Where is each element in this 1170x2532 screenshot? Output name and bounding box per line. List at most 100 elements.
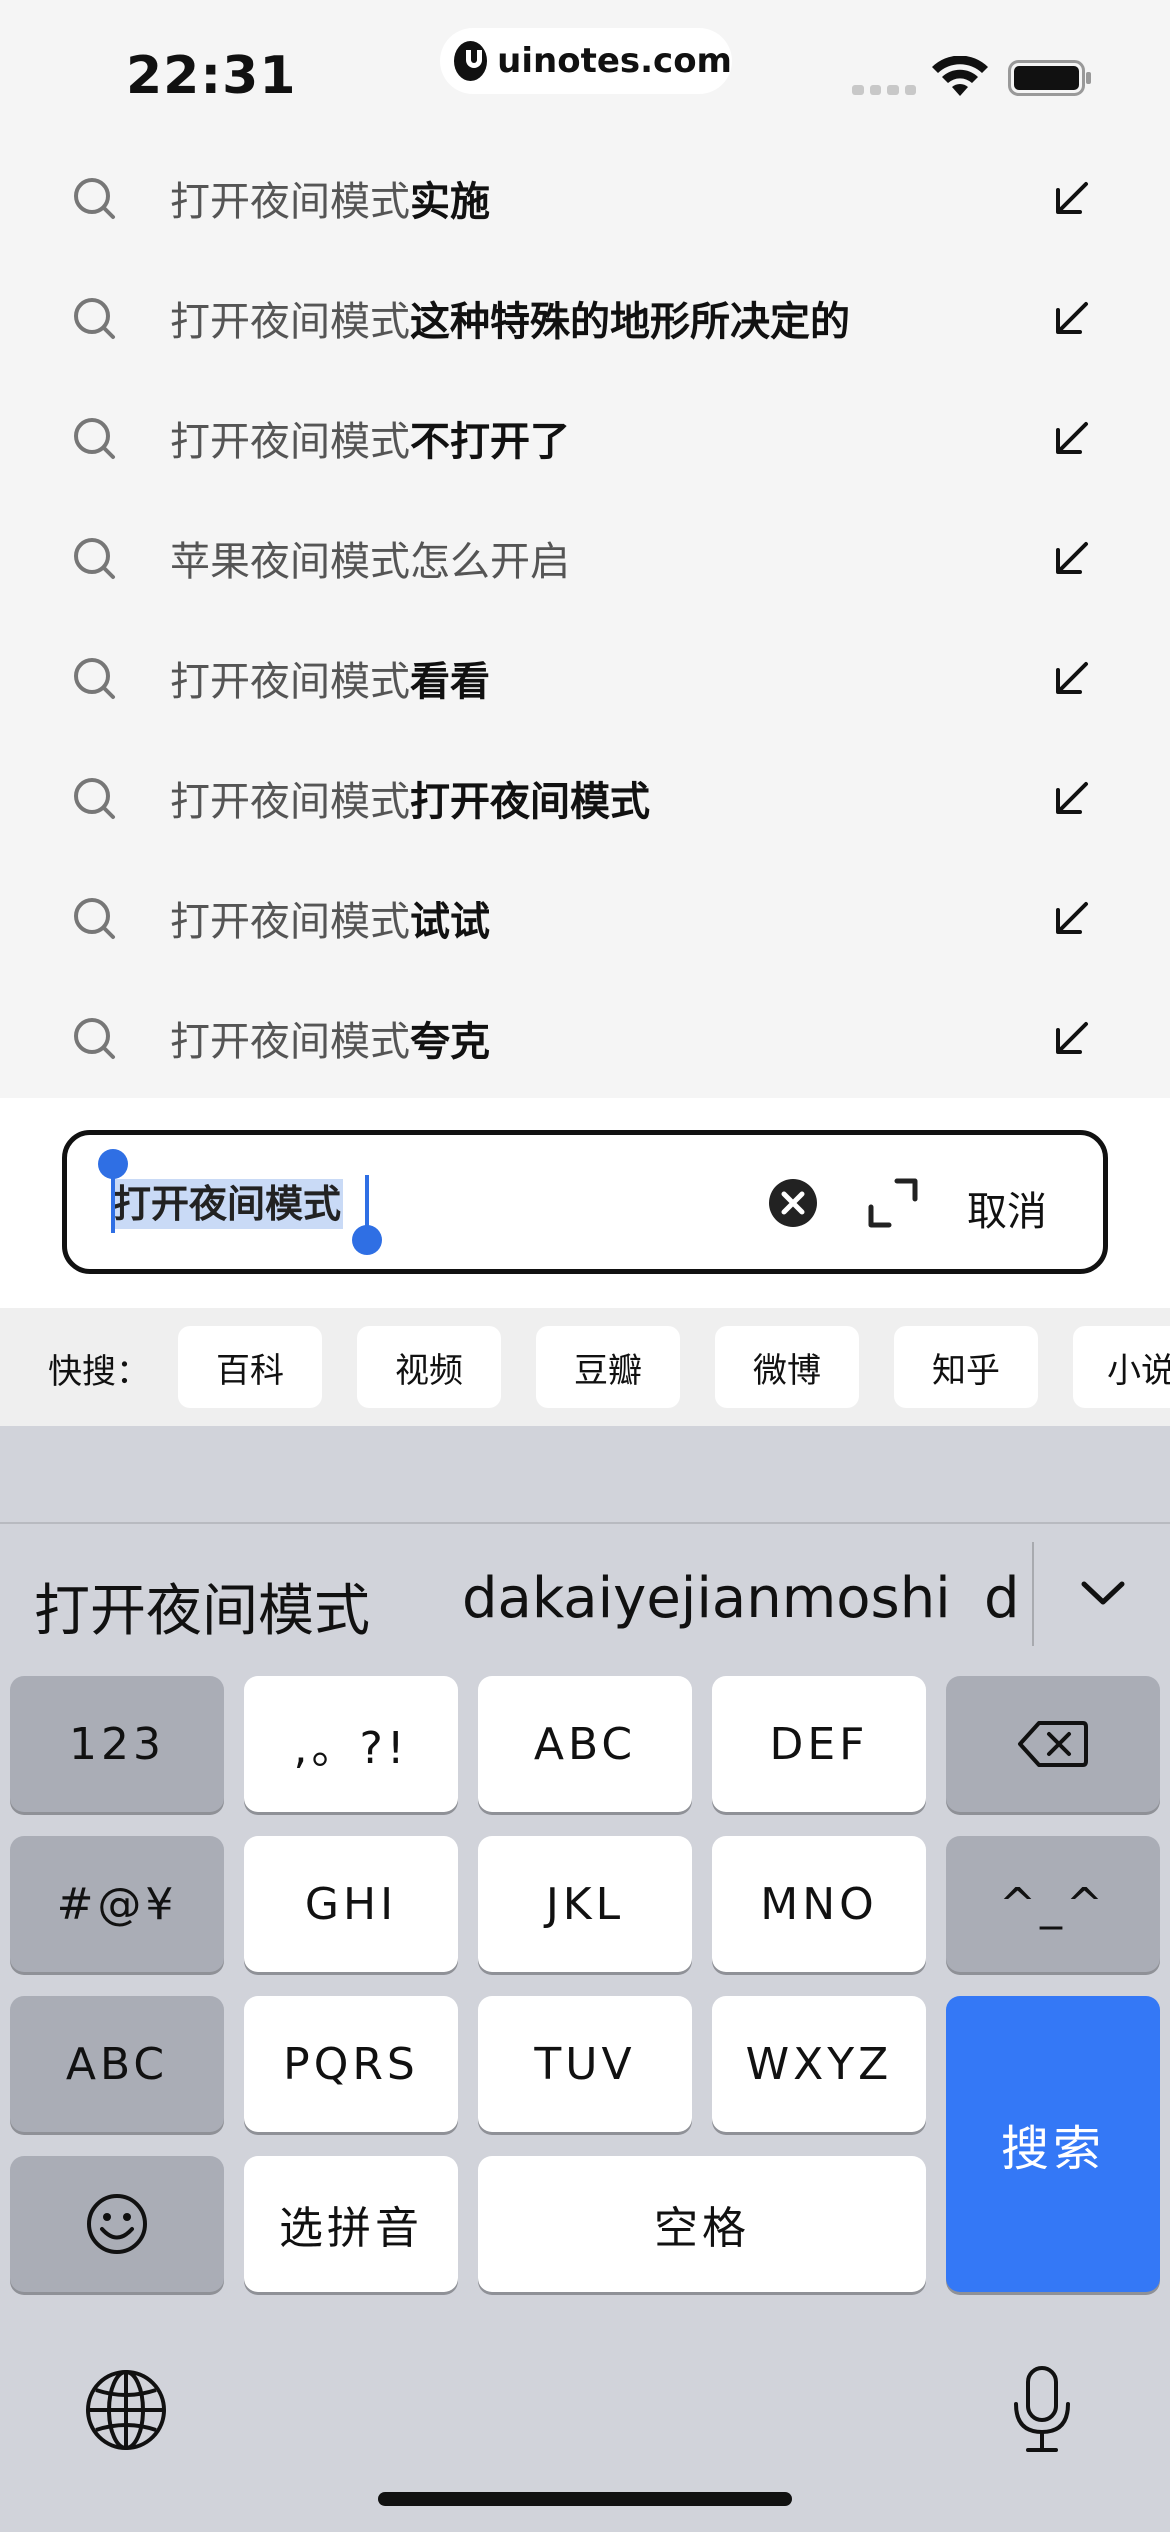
search-icon [74, 418, 115, 459]
candidate-2[interactable]: dakaiyejianmoshi [462, 1566, 951, 1631]
key-abc[interactable]: ABC [478, 1676, 692, 1812]
suggestion-text: 打开夜间模式夸克 [170, 1009, 490, 1067]
quick-chip-zhihu[interactable]: 知乎 [894, 1326, 1038, 1408]
battery-icon [1008, 60, 1091, 96]
cancel-button[interactable]: 取消 [967, 1179, 1047, 1237]
suggestion-prefix: 苹果夜间模式怎么开启 [170, 539, 570, 585]
suggestion-text: 打开夜间模式不打开了 [170, 409, 570, 467]
expand-icon[interactable] [867, 1177, 919, 1229]
key-pinyin[interactable]: 选拼音 [244, 2156, 458, 2292]
arrow-down-left-icon[interactable] [1052, 1018, 1092, 1058]
arrow-down-left-icon[interactable] [1052, 778, 1092, 818]
suggestion-prefix: 打开夜间模式 [170, 659, 410, 705]
keyboard-divider [0, 1522, 1170, 1524]
watermark-badge: uinotes.com [440, 28, 732, 94]
suggestion-row[interactable]: 苹果夜间模式怎么开启 [0, 498, 1170, 618]
suggestion-text: 打开夜间模式打开夜间模式 [170, 769, 650, 827]
key-pqrs[interactable]: PQRS [244, 1996, 458, 2132]
suggestion-row[interactable]: 打开夜间模式夸克 [0, 978, 1170, 1098]
emoji-icon [87, 2194, 147, 2254]
quick-chip-douban[interactable]: 豆瓣 [536, 1326, 680, 1408]
quick-chip-video[interactable]: 视频 [357, 1326, 501, 1408]
suggestion-prefix: 打开夜间模式 [170, 299, 410, 345]
status-bar: 22:31 uinotes.com [0, 0, 1170, 140]
suggestion-row[interactable]: 打开夜间模式实施 [0, 138, 1170, 258]
search-icon [74, 898, 115, 939]
suggestion-prefix: 打开夜间模式 [170, 179, 410, 225]
suggestion-row[interactable]: 打开夜间模式不打开了 [0, 378, 1170, 498]
watermark-logo-icon [454, 41, 488, 81]
suggestion-row[interactable]: 打开夜间模式试试 [0, 858, 1170, 978]
suggestion-prefix: 打开夜间模式 [170, 899, 410, 945]
suggestion-row[interactable]: 打开夜间模式这种特殊的地形所决定的 [0, 258, 1170, 378]
home-indicator[interactable] [378, 2492, 792, 2506]
globe-icon[interactable] [84, 2368, 168, 2452]
chevron-down-icon[interactable] [1076, 1566, 1130, 1620]
suggestion-completion: 试试 [410, 899, 490, 945]
selection-end-handle[interactable] [352, 1225, 382, 1255]
cellular-signal-icon [852, 85, 916, 95]
suggestion-completion: 夸克 [410, 1019, 490, 1065]
search-icon [74, 658, 115, 699]
key-punct[interactable]: ,。?! [244, 1676, 458, 1812]
search-icon [74, 1018, 115, 1059]
search-icon [74, 538, 115, 579]
suggestion-completion: 不打开了 [410, 419, 570, 465]
arrow-down-left-icon[interactable] [1052, 538, 1092, 578]
suggestion-text: 打开夜间模式这种特殊的地形所决定的 [170, 289, 850, 347]
arrow-down-left-icon[interactable] [1052, 298, 1092, 338]
suggestion-text: 苹果夜间模式怎么开启 [170, 529, 570, 587]
search-icon [74, 778, 115, 819]
search-input[interactable]: 打开夜间模式 取消 [62, 1130, 1108, 1274]
suggestion-row[interactable]: 打开夜间模式看看 [0, 618, 1170, 738]
key-def[interactable]: DEF [712, 1676, 926, 1812]
quick-chip-weibo[interactable]: 微博 [715, 1326, 859, 1408]
suggestion-list: 打开夜间模式实施 打开夜间模式这种特殊的地形所决定的 打开夜间模式不打开了 苹果夜间模… [0, 138, 1170, 1098]
search-query-text[interactable]: 打开夜间模式 [111, 1179, 344, 1229]
clear-icon[interactable] [767, 1177, 819, 1229]
status-time: 22:31 [126, 46, 297, 106]
quick-chip-novel[interactable]: 小说 [1073, 1326, 1170, 1408]
backspace-key[interactable] [946, 1676, 1160, 1812]
backspace-icon [1018, 1721, 1088, 1767]
arrow-down-left-icon[interactable] [1052, 898, 1092, 938]
key-mno[interactable]: MNO [712, 1836, 926, 1972]
suggestion-text: 打开夜间模式试试 [170, 889, 490, 947]
suggestion-prefix: 打开夜间模式 [170, 419, 410, 465]
key-wxyz[interactable]: WXYZ [712, 1996, 926, 2132]
key-jkl[interactable]: JKL [478, 1836, 692, 1972]
suggestion-completion: 实施 [410, 179, 490, 225]
suggestion-row[interactable]: 打开夜间模式打开夜间模式 [0, 738, 1170, 858]
search-icon [74, 298, 115, 339]
key-tuv[interactable]: TUV [478, 1996, 692, 2132]
suggestion-completion: 打开夜间模式 [410, 779, 650, 825]
emoji-key[interactable] [10, 2156, 224, 2292]
watermark-text: uinotes.com [497, 41, 732, 81]
search-bar-area: 打开夜间模式 取消 [0, 1098, 1170, 1308]
candidate-3[interactable]: d [984, 1566, 1020, 1631]
suggestion-prefix: 打开夜间模式 [170, 1019, 410, 1065]
suggestion-text: 打开夜间模式实施 [170, 169, 490, 227]
key-symbols[interactable]: #@¥ [10, 1836, 224, 1972]
quick-chip-baike[interactable]: 百科 [178, 1326, 322, 1408]
candidate-1[interactable]: 打开夜间模式 [34, 1566, 370, 1647]
arrow-down-left-icon[interactable] [1052, 658, 1092, 698]
key-ghi[interactable]: GHI [244, 1836, 458, 1972]
wifi-icon [932, 56, 988, 96]
search-key[interactable]: 搜索 [946, 1996, 1160, 2292]
selection-start-caret[interactable] [111, 1175, 115, 1233]
quick-search-bar: 快搜： 百科 视频 豆瓣 微博 知乎 小说 [0, 1308, 1170, 1426]
suggestion-prefix: 打开夜间模式 [170, 779, 410, 825]
key-123[interactable]: 123 [10, 1676, 224, 1812]
selection-start-handle[interactable] [98, 1149, 128, 1179]
suggestion-completion: 看看 [410, 659, 490, 705]
arrow-down-left-icon[interactable] [1052, 178, 1092, 218]
candidate-separator [1032, 1542, 1034, 1646]
key-abc-switch[interactable]: ABC [10, 1996, 224, 2132]
space-key[interactable]: 空格 [478, 2156, 926, 2292]
suggestion-completion: 这种特殊的地形所决定的 [410, 299, 850, 345]
arrow-down-left-icon[interactable] [1052, 418, 1092, 458]
key-emoticon[interactable]: ^_^ [946, 1836, 1160, 1972]
search-icon [74, 178, 115, 219]
microphone-icon[interactable] [1010, 2364, 1074, 2456]
